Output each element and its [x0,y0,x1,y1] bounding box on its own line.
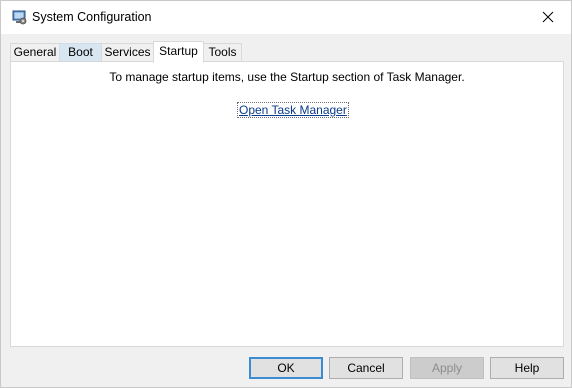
tab-startup[interactable]: Startup [153,41,204,63]
window-title: System Configuration [32,10,152,24]
help-button[interactable]: Help [490,357,564,379]
msconfig-icon [12,10,27,25]
tab-services[interactable]: Services [101,43,154,62]
close-icon [542,11,554,23]
system-configuration-window: System Configuration General Boot Servic… [0,0,572,388]
startup-message: To manage startup items, use the Startup… [109,70,465,84]
ok-button[interactable]: OK [249,357,323,379]
close-button[interactable] [525,1,571,33]
tab-general[interactable]: General [10,43,60,62]
cancel-button[interactable]: Cancel [329,357,403,379]
open-task-manager-link[interactable]: Open Task Manager [237,102,349,118]
tab-boot[interactable]: Boot [59,43,102,62]
tab-strip: General Boot Services Startup Tools [10,41,564,63]
tab-tools[interactable]: Tools [203,43,242,62]
title-bar[interactable]: System Configuration [1,1,571,34]
startup-tab-panel: To manage startup items, use the Startup… [10,61,564,347]
apply-button[interactable]: Apply [410,357,484,379]
